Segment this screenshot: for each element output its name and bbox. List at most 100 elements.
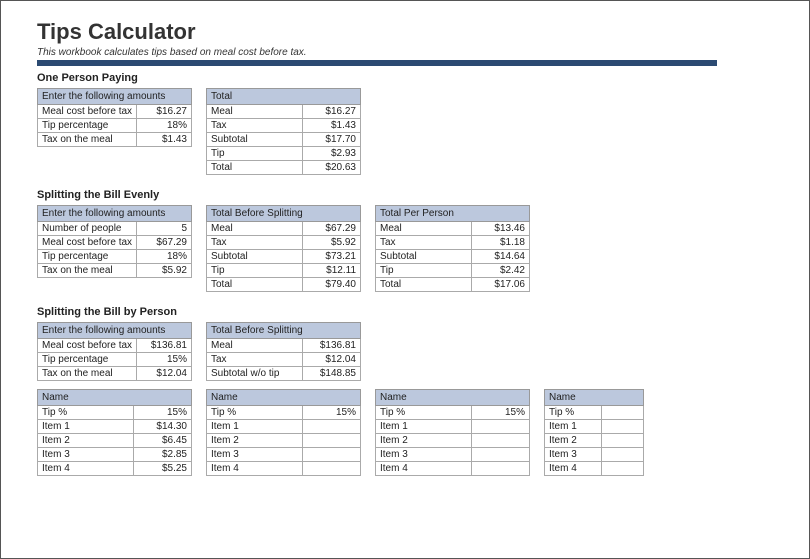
- table-row: Tip$2.93: [207, 147, 361, 161]
- table-row: Tip %: [545, 406, 644, 420]
- table-row: Tax$12.04: [207, 353, 361, 367]
- cell-value[interactable]: $67.29: [137, 236, 192, 250]
- table-row: Meal$67.29: [207, 222, 361, 236]
- table-row: Tip$2.42: [376, 264, 530, 278]
- cell-value[interactable]: 18%: [137, 119, 192, 133]
- table-row: Total$17.06: [376, 278, 530, 292]
- cell-value: $79.40: [302, 278, 360, 292]
- person-table: Name Tip %15% Item 1$14.30 Item 2$6.45 I…: [37, 389, 192, 476]
- cell-value[interactable]: [471, 420, 529, 434]
- person-table: Name Tip %15% Item 1 Item 2 Item 3 Item …: [375, 389, 530, 476]
- table-row: Item 1: [376, 420, 530, 434]
- cell-label: Meal: [376, 222, 472, 236]
- even-inputs-table: Enter the following amounts Number of pe…: [37, 205, 192, 278]
- table-row: Total$20.63: [207, 161, 361, 175]
- cell-label: Item 4: [38, 462, 134, 476]
- table-row: Item 1: [207, 420, 361, 434]
- byperson-before-table: Total Before Splitting Meal$136.81 Tax$1…: [206, 322, 361, 381]
- cell-label: Tip %: [207, 406, 303, 420]
- cell-value: $13.46: [471, 222, 529, 236]
- cell-value[interactable]: [471, 434, 529, 448]
- cell-value[interactable]: $5.25: [133, 462, 191, 476]
- one-total-table: Total Meal$16.27 Tax$1.43 Subtotal$17.70…: [206, 88, 361, 175]
- table-row: Item 2: [376, 434, 530, 448]
- cell-value[interactable]: $14.30: [133, 420, 191, 434]
- cell-label: Item 1: [207, 420, 303, 434]
- cell-value[interactable]: 15%: [137, 353, 192, 367]
- cell-value[interactable]: 15%: [471, 406, 529, 420]
- table-header[interactable]: Name: [545, 390, 644, 406]
- cell-label: Tip: [376, 264, 472, 278]
- table-header: Enter the following amounts: [38, 206, 192, 222]
- table-row: Item 3: [207, 448, 361, 462]
- one-inputs-table: Enter the following amounts Meal cost be…: [37, 88, 192, 147]
- cell-value: $1.18: [471, 236, 529, 250]
- cell-value: $73.21: [302, 250, 360, 264]
- cell-value: $16.27: [302, 105, 360, 119]
- cell-label: Total: [207, 161, 303, 175]
- table-row: Tip %15%: [376, 406, 530, 420]
- table-header[interactable]: Name: [207, 390, 361, 406]
- cell-value[interactable]: [602, 406, 644, 420]
- cell-label: Item 1: [38, 420, 134, 434]
- cell-label: Item 3: [207, 448, 303, 462]
- table-row: Total$79.40: [207, 278, 361, 292]
- cell-value[interactable]: [602, 434, 644, 448]
- cell-value[interactable]: 18%: [137, 250, 192, 264]
- table-row: Meal cost before tax$136.81: [38, 339, 192, 353]
- cell-label: Item 2: [38, 434, 134, 448]
- table-row: Item 4: [207, 462, 361, 476]
- cell-value[interactable]: $6.45: [133, 434, 191, 448]
- table-row: Item 1: [545, 420, 644, 434]
- cell-value[interactable]: 5: [137, 222, 192, 236]
- cell-value[interactable]: $12.04: [137, 367, 192, 381]
- cell-label: Tax: [207, 119, 303, 133]
- table-row: Tax$1.43: [207, 119, 361, 133]
- cell-value[interactable]: $2.85: [133, 448, 191, 462]
- header-divider: [37, 60, 717, 66]
- page-subtitle: This workbook calculates tips based on m…: [37, 47, 781, 58]
- cell-value[interactable]: $1.43: [137, 133, 192, 147]
- cell-label: Subtotal: [207, 250, 303, 264]
- cell-label: Tip percentage: [38, 353, 137, 367]
- cell-value[interactable]: [471, 448, 529, 462]
- cell-value: $12.04: [302, 353, 360, 367]
- cell-value[interactable]: [302, 448, 360, 462]
- cell-value[interactable]: $16.27: [137, 105, 192, 119]
- cell-value[interactable]: [602, 462, 644, 476]
- cell-value: $12.11: [302, 264, 360, 278]
- table-header[interactable]: Name: [376, 390, 530, 406]
- cell-label: Tax: [207, 353, 303, 367]
- cell-value[interactable]: 15%: [133, 406, 191, 420]
- cell-value[interactable]: [602, 420, 644, 434]
- cell-value: $20.63: [302, 161, 360, 175]
- cell-value: $17.70: [302, 133, 360, 147]
- cell-value[interactable]: $136.81: [137, 339, 192, 353]
- table-header[interactable]: Name: [38, 390, 192, 406]
- cell-value[interactable]: [302, 434, 360, 448]
- cell-label: Item 3: [376, 448, 472, 462]
- table-row: Tip %15%: [207, 406, 361, 420]
- cell-label: Item 4: [376, 462, 472, 476]
- cell-value[interactable]: $5.92: [137, 264, 192, 278]
- table-row: Subtotal$14.64: [376, 250, 530, 264]
- cell-label: Meal: [207, 339, 303, 353]
- table-row: Meal$16.27: [207, 105, 361, 119]
- table-row: Item 4$5.25: [38, 462, 192, 476]
- table-row: Item 2$6.45: [38, 434, 192, 448]
- cell-value[interactable]: [602, 448, 644, 462]
- table-row: Item 4: [545, 462, 644, 476]
- table-header: Total: [207, 89, 361, 105]
- table-row: Item 3$2.85: [38, 448, 192, 462]
- cell-value[interactable]: [302, 462, 360, 476]
- table-row: Item 1$14.30: [38, 420, 192, 434]
- cell-value: $1.43: [302, 119, 360, 133]
- cell-value: $2.42: [471, 264, 529, 278]
- cell-value[interactable]: 15%: [302, 406, 360, 420]
- table-row: Item 4: [376, 462, 530, 476]
- cell-value[interactable]: [302, 420, 360, 434]
- table-row: Tip percentage18%: [38, 119, 192, 133]
- cell-label: Subtotal: [207, 133, 303, 147]
- cell-value[interactable]: [471, 462, 529, 476]
- cell-value: $148.85: [302, 367, 360, 381]
